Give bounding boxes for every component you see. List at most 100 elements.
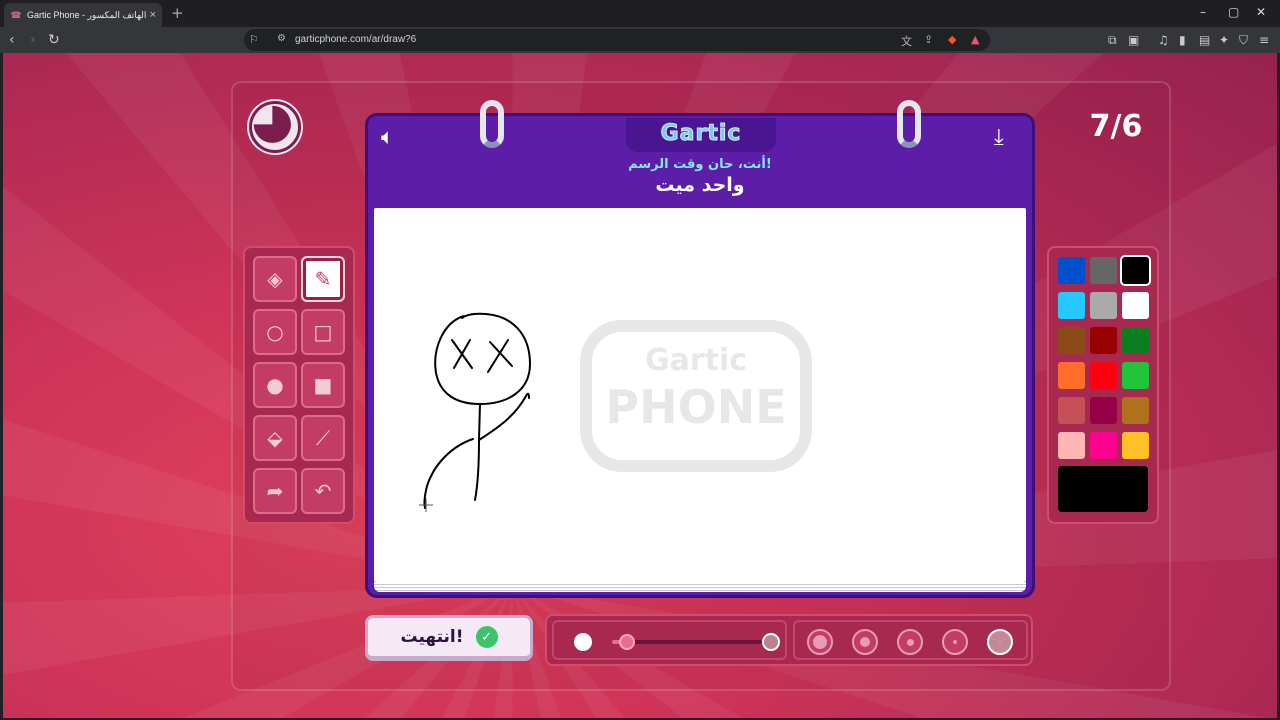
brush-size-dot-icon (813, 635, 827, 649)
download-icon[interactable]: ⤓ (994, 125, 1004, 150)
leo-ai-icon[interactable]: ✦ (1219, 33, 1229, 47)
brush-size-option[interactable] (942, 629, 968, 655)
brush-size-dot-icon (860, 637, 870, 647)
redo-tool[interactable]: ➦ (253, 468, 297, 514)
color-swatch[interactable] (1122, 292, 1149, 319)
crosshair-cursor-icon (419, 498, 433, 512)
color-swatch[interactable] (1090, 327, 1117, 354)
sound-icon[interactable]: 🔈︎ (381, 125, 394, 150)
screenshot-icon[interactable]: ▣ (1128, 33, 1139, 47)
color-swatch[interactable] (1058, 257, 1085, 284)
brush-size-options (793, 620, 1028, 660)
color-swatch[interactable] (1058, 292, 1085, 319)
gartic-logo: Gartic (660, 121, 742, 147)
browser-tab-bar: ☎ Gartic Phone - لعبة الهاتف المكسور × +… (0, 0, 1280, 27)
done-button[interactable]: انتهيت! ✓ (365, 615, 533, 661)
color-palette (1047, 246, 1159, 524)
close-window-icon[interactable]: ✕ (1256, 5, 1266, 19)
color-swatch[interactable] (1058, 397, 1085, 424)
square-fill-icon: ■ (313, 373, 333, 397)
circle-fill-icon: ● (266, 373, 284, 397)
notebook-header: Gartic 🔈︎ ⤓ أنت، حان وقت الرسم! واحد ميت (368, 100, 1032, 206)
media-icon[interactable]: ♫ (1158, 33, 1169, 47)
bucket-icon: ⬙ (267, 426, 283, 450)
color-swatch[interactable] (1058, 432, 1085, 459)
timer-icon (249, 101, 301, 153)
done-button-label: انتهيت! (400, 627, 464, 647)
round-counter: 7/6 (1089, 109, 1143, 144)
color-swatch[interactable] (1058, 362, 1085, 389)
ellipse-fill-tool[interactable]: ● (253, 362, 297, 408)
share-icon[interactable]: ⇪ (924, 33, 933, 46)
tool-panel: ◈ ✎ ○ □ ● ■ ⬙ ⟋ ➦ ↶ (243, 246, 355, 524)
brush-size-dot-icon (953, 640, 957, 644)
color-swatch[interactable] (1122, 432, 1149, 459)
stick-figure-drawing (423, 312, 531, 509)
browser-toolbar: ‹ › ↻ ⚐ ⚙ garticphone.com/ar/draw?6 文 ⇪ … (0, 27, 1280, 53)
back-icon[interactable]: ‹ (9, 32, 15, 48)
vpn-icon[interactable]: ⛉ (1239, 33, 1248, 48)
opacity-slider-thumb[interactable] (619, 634, 635, 650)
color-swatch[interactable] (1090, 362, 1117, 389)
brush-size-dot-icon (906, 638, 914, 646)
url-text[interactable]: garticphone.com/ar/draw?6 (295, 34, 416, 45)
menu-icon[interactable]: ≡ (1259, 33, 1269, 47)
site-info-icon[interactable]: ⚙ (277, 33, 286, 44)
sidebar-icon[interactable]: ▮ (1179, 33, 1186, 47)
binder-ring-left (480, 100, 504, 148)
color-swatch[interactable] (1122, 397, 1149, 424)
translate-icon[interactable]: 文 (901, 33, 912, 49)
ellipse-outline-tool[interactable]: ○ (253, 309, 297, 355)
browser-tab[interactable]: ☎ Gartic Phone - لعبة الهاتف المكسور × (4, 3, 162, 27)
rectangle-fill-tool[interactable]: ■ (301, 362, 345, 408)
fill-bucket-tool[interactable]: ⬙ (253, 415, 297, 461)
forward-icon[interactable]: › (30, 32, 36, 48)
brave-rewards-icon[interactable]: ▲ (971, 33, 979, 46)
undo-tool[interactable]: ↶ (301, 468, 345, 514)
brush-size-dot-icon (999, 641, 1001, 643)
logo-box: Gartic (626, 118, 776, 152)
brave-shields-icon[interactable]: ◆ (948, 33, 956, 46)
drawing-canvas[interactable]: Gartic PHONE (374, 208, 1026, 582)
line-icon: ⟋ (316, 426, 330, 450)
color-swatch[interactable] (1058, 327, 1085, 354)
undo-icon: ↶ (314, 479, 332, 503)
brush-size-option[interactable] (807, 629, 833, 655)
color-swatch[interactable] (1122, 327, 1149, 354)
brush-size-option[interactable] (852, 629, 878, 655)
watermark-bottom-text: PHONE (605, 380, 786, 434)
drawing-surface[interactable]: Gartic PHONE (374, 208, 1026, 582)
notebook-pages-edge (374, 582, 1026, 592)
extensions-icon[interactable]: ⧉ (1108, 33, 1117, 48)
minimize-icon[interactable]: – (1200, 5, 1206, 19)
wallet-icon[interactable]: ▤ (1199, 33, 1210, 47)
opacity-max-icon (762, 633, 780, 651)
eraser-tool[interactable]: ◈ (253, 256, 297, 302)
gartic-favicon-icon: ☎ (10, 10, 22, 20)
bookmark-icon[interactable]: ⚐ (249, 33, 259, 46)
rectangle-outline-tool[interactable]: □ (301, 309, 345, 355)
redo-icon: ➦ (266, 479, 284, 503)
new-tab-button[interactable]: + (171, 4, 184, 22)
tab-close-icon[interactable]: × (150, 9, 156, 21)
prompt-word: واحد ميت (655, 174, 745, 196)
maximize-icon[interactable]: ▢ (1228, 5, 1239, 19)
canvas-watermark: Gartic PHONE (580, 320, 812, 472)
brush-size-option[interactable] (897, 629, 923, 655)
reload-icon[interactable]: ↻ (48, 32, 60, 48)
brush-settings-bar (545, 614, 1033, 666)
color-swatch[interactable] (1122, 257, 1149, 284)
current-color-preview (1058, 466, 1148, 512)
color-swatch[interactable] (1090, 257, 1117, 284)
opacity-min-icon (574, 633, 592, 651)
color-swatch[interactable] (1090, 397, 1117, 424)
color-swatch[interactable] (1090, 432, 1117, 459)
address-bar[interactable]: ⚐ ⚙ garticphone.com/ar/draw?6 文 ⇪ ◆ ▲ (244, 29, 990, 51)
brush-size-option[interactable] (987, 629, 1013, 655)
color-swatch[interactable] (1122, 362, 1149, 389)
pencil-tool[interactable]: ✎ (301, 256, 345, 302)
color-swatch[interactable] (1090, 292, 1117, 319)
line-tool[interactable]: ⟋ (301, 415, 345, 461)
pencil-icon: ✎ (314, 267, 332, 291)
eraser-icon: ◈ (267, 267, 283, 291)
